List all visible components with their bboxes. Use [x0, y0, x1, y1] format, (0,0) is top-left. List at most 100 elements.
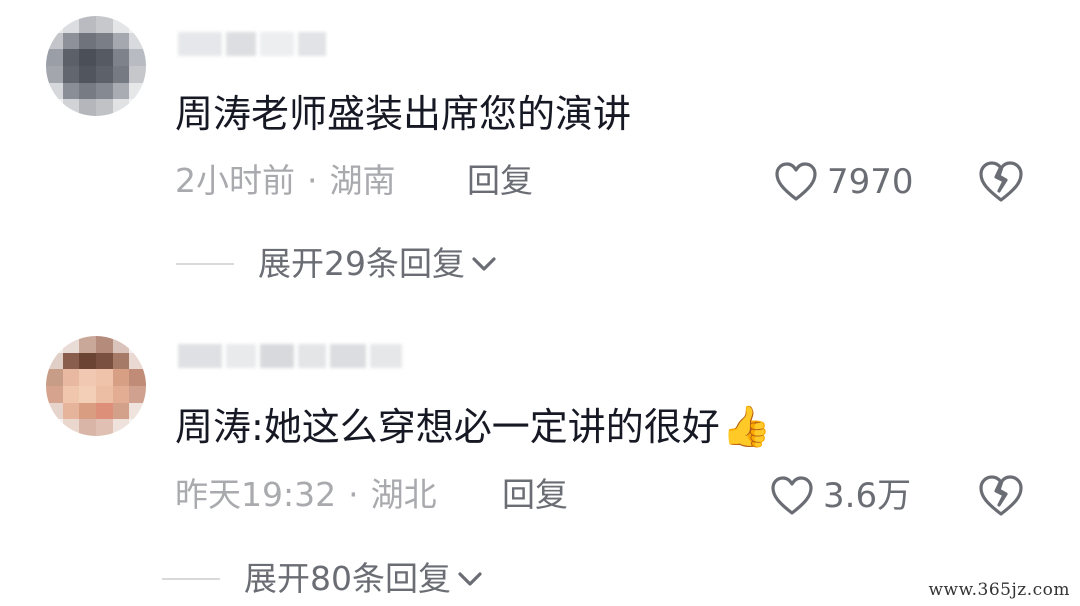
avatar-pixel: [129, 65, 146, 83]
reply-button[interactable]: 回复: [467, 161, 533, 201]
comment-text-content: 周涛:她这么穿想必一定讲的很好: [175, 405, 720, 449]
avatar-pixel: [112, 49, 130, 66]
chevron-down-icon: [458, 572, 482, 586]
reply-button[interactable]: 回复: [502, 475, 568, 515]
like-count: 7970: [827, 162, 914, 202]
avatar-pixel: [129, 352, 146, 370]
avatar-pixel: [62, 32, 80, 50]
comment-meta: 昨天19:32 · 湖北: [175, 475, 437, 515]
avatar-pixel: [129, 369, 146, 386]
avatar-pixel: [62, 385, 80, 403]
avatar-pixel: [95, 16, 113, 33]
avatar[interactable]: [46, 336, 146, 436]
avatar-pixel: [62, 16, 80, 33]
avatar-pixel: [46, 369, 63, 386]
avatar-pixel: [129, 49, 146, 66]
avatar-pixel: [112, 82, 130, 100]
avatar-pixel: [112, 336, 130, 353]
username-blur-block: [226, 344, 256, 368]
avatar-pixel: [46, 16, 63, 33]
avatar-pixel: [79, 402, 96, 420]
avatar-pixel: [62, 352, 80, 370]
comment-time: 昨天19:32: [175, 475, 337, 514]
avatar-pixel: [79, 16, 96, 33]
avatar-pixel: [62, 419, 80, 436]
like-button[interactable]: 7970: [773, 161, 914, 203]
avatar-pixel: [79, 336, 96, 353]
avatar-pixel: [62, 402, 80, 420]
username[interactable]: [178, 344, 402, 368]
username[interactable]: [178, 32, 326, 56]
avatar-pixel: [95, 402, 113, 420]
avatar-pixel: [95, 352, 113, 370]
username-blur-block: [260, 344, 294, 368]
avatar-pixel: [95, 65, 113, 83]
comment-text: 周涛:她这么穿想必一定讲的很好 👍: [175, 403, 772, 451]
avatar-pixel: [112, 99, 130, 116]
broken-heart-icon[interactable]: [976, 158, 1026, 204]
avatar-pixel: [79, 99, 96, 116]
like-count: 3.6万: [823, 476, 912, 516]
avatar-pixel: [62, 336, 80, 353]
avatar-pixel: [46, 32, 63, 50]
username-blur-block: [370, 344, 402, 368]
avatar-pixel: [129, 385, 146, 403]
expand-replies-label: 展开80条回复: [244, 559, 451, 598]
like-button[interactable]: 3.6万: [769, 475, 911, 517]
avatar-pixel: [62, 369, 80, 386]
avatar-pixel: [95, 82, 113, 100]
avatar-pixel: [95, 385, 113, 403]
avatar[interactable]: [46, 16, 146, 116]
divider-line: [162, 578, 220, 580]
comment-time: 2小时前: [175, 161, 295, 200]
username-blur-block: [298, 32, 326, 56]
broken-heart-icon[interactable]: [976, 472, 1026, 518]
avatar-pixel: [79, 49, 96, 66]
username-blur-block: [178, 32, 222, 56]
avatar-pixel: [95, 49, 113, 66]
avatar-pixel: [112, 419, 130, 436]
comment-meta: 2小时前 · 湖南: [175, 161, 396, 201]
avatar-pixel: [46, 402, 63, 420]
avatar-pixel: [129, 99, 146, 116]
avatar-pixel: [62, 65, 80, 83]
comment-location: 湖北: [370, 475, 437, 514]
avatar-pixel: [112, 369, 130, 386]
avatar-pixel: [79, 32, 96, 50]
username-blur-block: [330, 344, 366, 368]
avatar-pixel: [95, 419, 113, 436]
avatar-pixel: [79, 352, 96, 370]
avatar-pixel: [95, 99, 113, 116]
avatar-pixel: [129, 32, 146, 50]
avatar-pixel: [129, 402, 146, 420]
thumbs-up-emoji: 👍: [721, 404, 772, 450]
avatar-pixel: [62, 49, 80, 66]
avatar-pixel: [95, 32, 113, 50]
avatar-pixel: [79, 419, 96, 436]
heart-outline-icon: [775, 162, 817, 201]
comment-location: 湖南: [329, 161, 396, 200]
divider-line: [176, 263, 234, 265]
avatar-pixel: [112, 385, 130, 403]
avatar-pixel: [112, 32, 130, 50]
avatar-pixel: [129, 336, 146, 353]
avatar-pixel: [79, 369, 96, 386]
avatar-pixel: [46, 336, 63, 353]
avatar-pixel: [62, 99, 80, 116]
username-blur-block: [226, 32, 256, 56]
avatar-pixel: [79, 385, 96, 403]
avatar-pixel: [46, 99, 63, 116]
meta-separator: ·: [348, 475, 359, 514]
avatar-pixel: [112, 352, 130, 370]
avatar-pixel: [46, 419, 63, 436]
avatar-pixel: [129, 82, 146, 100]
meta-separator: ·: [307, 161, 318, 200]
watermark: www.365jz.com: [928, 580, 1070, 600]
avatar-pixel: [46, 82, 63, 100]
expand-replies-button[interactable]: 展开29条回复: [176, 244, 497, 284]
avatar-pixel: [112, 65, 130, 83]
username-blur-block: [298, 344, 326, 368]
expand-replies-button[interactable]: 展开80条回复: [162, 559, 483, 599]
username-blur-block: [178, 344, 222, 368]
heart-outline-icon: [771, 476, 813, 515]
